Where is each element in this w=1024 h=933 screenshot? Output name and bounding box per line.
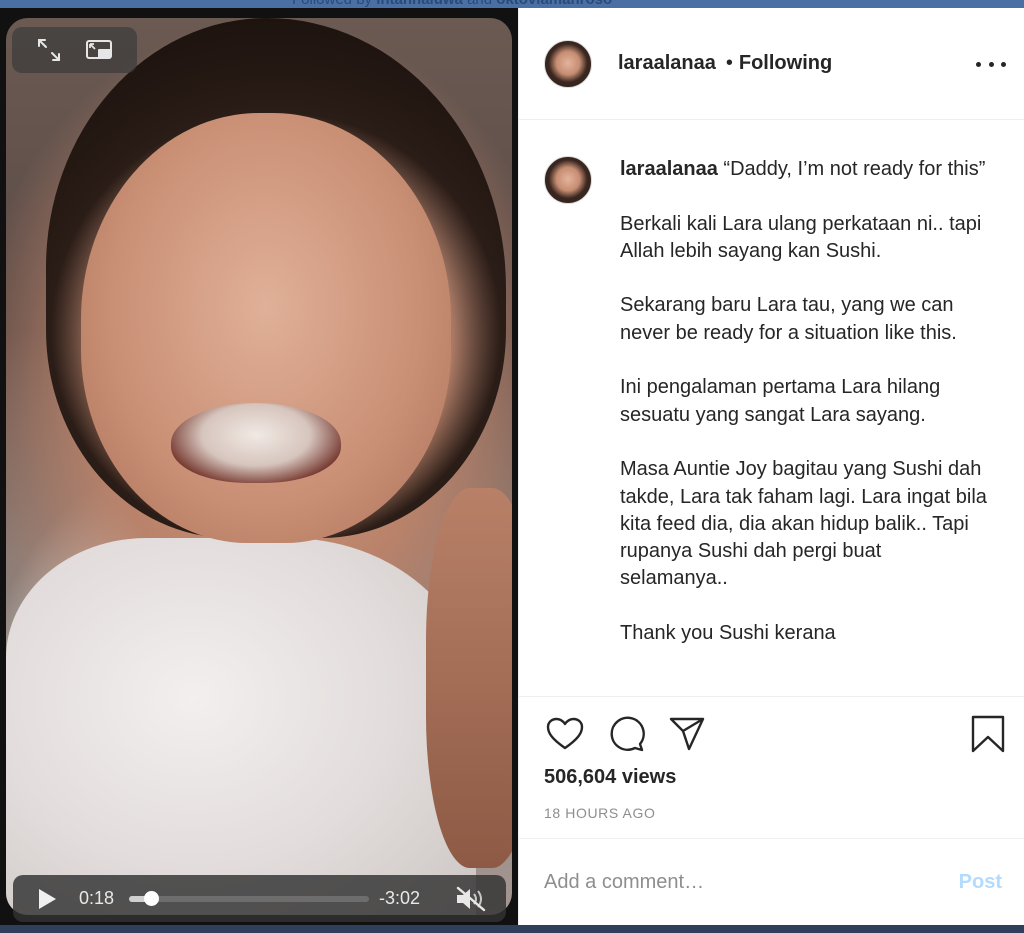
more-options-icon[interactable] xyxy=(976,52,1006,76)
picture-in-picture-icon[interactable] xyxy=(85,35,115,65)
paper-plane-icon xyxy=(669,717,704,750)
caption-paragraph: Sekarang baru Lara tau, yang we can neve… xyxy=(620,294,957,344)
caption-avatar[interactable] xyxy=(544,156,592,204)
caption-text: laraalanaa “Daddy, I’m not ready for thi… xyxy=(620,156,992,647)
comment-input[interactable] xyxy=(544,870,959,894)
header-username-link[interactable]: laraalanaa xyxy=(618,52,716,75)
play-icon xyxy=(39,888,56,909)
video-scrubber[interactable] xyxy=(129,890,369,906)
bookmark-icon xyxy=(971,715,1005,752)
post-actions: 506,604 views 18 HOURS AGO xyxy=(519,696,1024,838)
play-button[interactable] xyxy=(33,885,61,913)
caption-paragraph: Ini pengalaman pertama Lara hilang sesua… xyxy=(620,376,941,426)
video-current-time: 0:18 xyxy=(79,888,115,908)
caption-username-link[interactable]: laraalanaa xyxy=(620,158,718,180)
fullscreen-icon[interactable] xyxy=(34,35,64,65)
video-window-controls xyxy=(12,27,137,73)
post-timestamp[interactable]: 18 HOURS AGO xyxy=(544,805,655,821)
avatar[interactable] xyxy=(544,39,592,88)
mute-button[interactable] xyxy=(453,885,489,913)
caption-area[interactable]: laraalanaa “Daddy, I’m not ready for thi… xyxy=(519,120,1024,696)
speaker-muted-icon xyxy=(456,886,486,911)
video-panel[interactable]: 0:18 -3:02 xyxy=(0,8,518,925)
post-header: laraalanaa • Following xyxy=(519,8,1024,120)
post-panel: laraalanaa • Following laraalanaa “Daddy… xyxy=(518,8,1024,925)
video-subject-shirt xyxy=(6,538,476,915)
video-subject-arm xyxy=(426,488,512,868)
comment-form: Post xyxy=(519,838,1024,925)
video-scrubber-handle[interactable] xyxy=(143,890,159,906)
following-button[interactable]: Following xyxy=(739,52,832,75)
caption-paragraph: “Daddy, I’m not ready for this” xyxy=(723,158,986,180)
caption-paragraph: Berkali kali Lara ulang perkataan ni.. t… xyxy=(620,212,982,262)
heart-icon xyxy=(546,717,583,749)
video-subject-mouth xyxy=(171,403,341,483)
post-comment-button[interactable]: Post xyxy=(959,871,1002,894)
caption-paragraph: Masa Auntie Joy bagitau yang Sushi dah t… xyxy=(620,458,987,590)
video-remaining-time: -3:02 xyxy=(379,888,421,908)
caption-paragraph: Thank you Sushi kerana xyxy=(620,622,836,645)
video-frame[interactable] xyxy=(6,18,512,915)
comment-button[interactable] xyxy=(605,713,646,754)
save-button[interactable] xyxy=(970,713,1006,754)
comment-bubble-icon xyxy=(610,716,645,751)
like-button[interactable] xyxy=(544,713,585,754)
header-separator: • xyxy=(725,52,733,74)
video-player-controls: 0:18 -3:02 xyxy=(13,875,506,922)
share-button[interactable] xyxy=(666,713,707,754)
view-count[interactable]: 506,604 views xyxy=(544,766,676,789)
